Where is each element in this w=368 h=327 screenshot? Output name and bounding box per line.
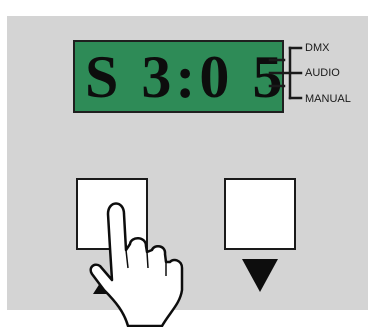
pointing-hand-icon <box>89 202 184 327</box>
control-panel-diagram: S 3:0 5 DMX AUDIO MANUAL <box>0 0 368 327</box>
